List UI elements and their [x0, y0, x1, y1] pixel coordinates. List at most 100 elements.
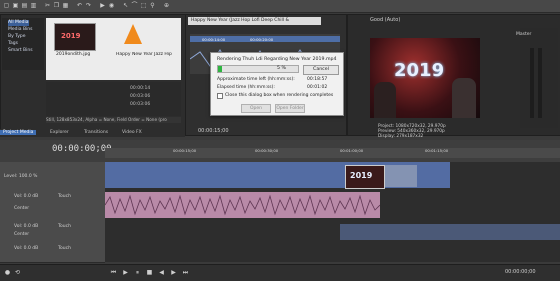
tab-explorer[interactable]: Explorer — [50, 130, 69, 135]
main-toolbar: ▢ ▣ ▤ ▥ ✂ ❐ ▦ ↶ ↷ ▶ ◉ ↖ ⌒ ⬚ ⚲ ⊕ — [0, 0, 560, 13]
audio-clip-1[interactable] — [104, 192, 381, 218]
prev-frame-icon[interactable]: ◀ — [158, 269, 165, 276]
video-preview: 2019 — [370, 38, 480, 118]
play-icon[interactable]: ▶ — [99, 2, 106, 9]
meter-right — [538, 48, 542, 118]
stop-icon[interactable]: ■ — [146, 269, 153, 276]
left-panel-tabs: Project Media Explorer Transitions Video… — [0, 129, 185, 137]
snap-icon[interactable]: ⊕ — [163, 2, 170, 9]
selection-icon[interactable]: ⬚ — [140, 2, 147, 9]
person-right — [452, 78, 476, 118]
audio1-vol: Vol: 0.0 dB — [14, 194, 39, 199]
media-timecodes: 00:00:14 00:03:06 00:03:06 — [46, 82, 181, 116]
play-icon[interactable]: ▶ — [122, 269, 129, 276]
project-info: Project: 1080x720x32, 29.970p Preview: 5… — [378, 124, 446, 139]
tab-transitions[interactable]: Transitions — [84, 130, 108, 135]
envelope-icon[interactable]: ⌒ — [131, 2, 138, 9]
tab-project-media[interactable]: Project Media — [0, 130, 37, 135]
person-left — [374, 82, 396, 118]
master-label: Master — [516, 32, 532, 37]
copy-icon[interactable]: ❐ — [53, 2, 60, 9]
paste-icon[interactable]: ▦ — [62, 2, 69, 9]
ruler-tick-3: 00:01:00;00 — [340, 148, 364, 153]
media-status-text: Still, 128x853x24, Alpha = None, Field O… — [46, 117, 181, 123]
pause-icon[interactable]: ⏸ — [134, 269, 141, 276]
timeline-tracks[interactable]: 2019 — [104, 162, 560, 262]
timeline-time: 00:00:00;00 — [52, 144, 112, 154]
save-icon[interactable]: ▤ — [21, 2, 28, 9]
media-tree: All Media Media Bins By Type Tags Smart … — [2, 18, 44, 70]
properties-icon[interactable]: ▥ — [30, 2, 37, 9]
transport-time: 00:00:00;00 — [505, 269, 536, 275]
cancel-button[interactable]: Cancel — [303, 65, 339, 75]
render-progress-fill — [218, 66, 222, 72]
tree-item-by-type[interactable]: By Type — [8, 34, 26, 40]
remaining-label: Approximate time left (hh:mm:ss): — [217, 77, 295, 82]
cut-icon[interactable]: ✂ — [44, 2, 51, 9]
audio1-pan[interactable]: Center — [14, 206, 29, 211]
close-when-complete-label: Close this dialog box when rendering com… — [225, 93, 334, 98]
media-thumbnails: 2019 2019ondith.jpg Happy New Year Jazz … — [46, 18, 181, 80]
track-header-video[interactable]: Level: 100.0 % — [0, 162, 105, 189]
tree-item-tags[interactable]: Tags — [8, 41, 18, 47]
timeline-ruler[interactable]: 00:00:15;00 00:00:30;00 00:01:00;00 00:0… — [105, 148, 560, 158]
track-header-audio-3[interactable]: Vol: 0.0 dB Touch — [0, 242, 105, 263]
render-progress-bar — [217, 65, 299, 73]
tab-video-fx[interactable]: Video FX — [122, 130, 142, 135]
end-icon[interactable]: ⏭ — [182, 269, 189, 276]
ruler-tick-1: 00:00:15;00 — [173, 148, 197, 153]
tree-item-smart-bins[interactable]: Smart Bins — [8, 48, 33, 54]
elapsed-value: 00:01:02 — [307, 85, 328, 90]
audio3-touch[interactable]: Touch — [58, 246, 71, 251]
audio2-pan[interactable]: Center — [14, 232, 29, 237]
open-folder-button[interactable]: Open Folder — [275, 104, 305, 113]
audio-clip-2[interactable] — [340, 224, 560, 240]
tree-item-all-media[interactable]: All Media — [8, 20, 29, 26]
cursor-icon[interactable]: ↖ — [122, 2, 129, 9]
close-when-complete-checkbox[interactable] — [217, 93, 223, 99]
timecode-2: 00:03:06 — [130, 94, 151, 99]
redo-icon[interactable]: ↷ — [85, 2, 92, 9]
ruler-tick-4: 00:01:15;00 — [425, 148, 449, 153]
render-percent: 5 % — [277, 66, 286, 71]
vlc-icon[interactable] — [124, 24, 142, 44]
next-frame-icon[interactable]: ▶ — [170, 269, 177, 276]
transport-bar: ● ⟲ ⏮ ▶ ⏸ ■ ◀ ▶ ⏭ 00:00:00;00 — [0, 264, 560, 281]
video-clip[interactable]: 2019 — [345, 165, 385, 189]
audio1-touch[interactable]: Touch — [58, 194, 71, 199]
thumb-image-2019[interactable]: 2019 — [54, 23, 96, 51]
timecode-3: 00:03:06 — [130, 102, 151, 107]
trimmer-marker-2: 00:00:20:00 — [250, 37, 274, 42]
ruler-tick-2: 00:00:30;00 — [255, 148, 279, 153]
track-header-audio-2[interactable]: Vol: 0.0 dB Touch Center — [0, 218, 105, 243]
trimmer-time: 00:00:15;00 — [198, 128, 229, 134]
timecode-1: 00:00:14 — [130, 86, 151, 91]
tree-item-media-bins[interactable]: Media Bins — [8, 27, 32, 33]
preview-quality[interactable]: Good (Auto) — [370, 17, 400, 23]
thumb-label-image: 2019ondith.jpg — [56, 52, 91, 57]
elapsed-label: Elapsed time (hh:mm:ss): — [217, 85, 275, 90]
render-icon[interactable]: ◉ — [108, 2, 115, 9]
remaining-value: 00:18:57 — [307, 77, 328, 82]
thumb-label-audio: Happy New Year Jazz Hip-Lofi Deep Chill — [116, 52, 172, 57]
render-progress-dialog: Rendering Thuh Ldi Regarding New Year 20… — [210, 52, 344, 116]
new-icon[interactable]: ▢ — [3, 2, 10, 9]
master-meter — [520, 28, 558, 128]
trimmer-title: Happy New Year (Jazz Hop Lofi Deep Chill… — [188, 17, 321, 25]
trimmer-marker-1: 00:00:14:00 — [202, 37, 226, 42]
open-icon[interactable]: ▣ — [12, 2, 19, 9]
video-2019-text: 2019 — [394, 60, 445, 81]
video-level-label: Level: 100.0 % — [4, 174, 38, 179]
track-header-audio-1[interactable]: Vol: 0.0 dB Touch Center — [0, 188, 105, 219]
audio2-touch[interactable]: Touch — [58, 224, 71, 229]
video-clip-transparent[interactable] — [385, 165, 417, 187]
render-progress-text: Rendering Thuh Ldi Regarding New Year 20… — [217, 57, 337, 62]
record-icon[interactable]: ● — [4, 269, 11, 276]
loop-icon[interactable]: ⟲ — [14, 269, 21, 276]
open-button[interactable]: Open — [241, 104, 271, 113]
undo-icon[interactable]: ↶ — [76, 2, 83, 9]
meter-left — [530, 48, 534, 118]
audio-clip-1-wave — [104, 194, 381, 216]
play-start-icon[interactable]: ⏮ — [110, 269, 117, 276]
zoom-icon[interactable]: ⚲ — [149, 2, 156, 9]
